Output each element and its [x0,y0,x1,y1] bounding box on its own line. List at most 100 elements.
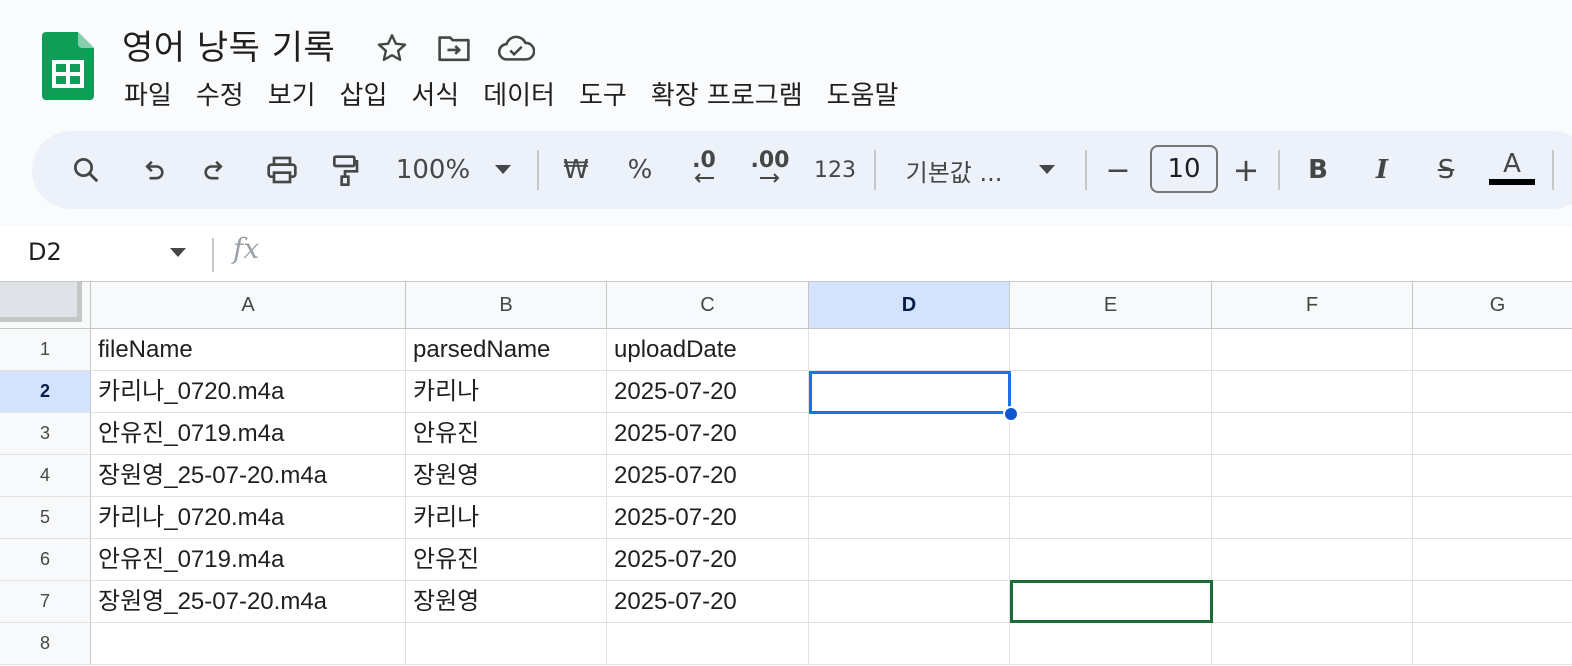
decrease-decimal-button[interactable]: .0 [678,131,730,209]
cell-e1[interactable] [1010,329,1212,371]
cell-c3[interactable]: 2025-07-20 [607,413,809,455]
text-color-button[interactable]: A [1488,131,1536,209]
cell-d5[interactable] [809,497,1010,539]
cell-g8[interactable] [1413,623,1572,665]
column-header-a[interactable]: A [91,282,406,329]
search-menu-icon[interactable] [60,131,112,209]
cell-f2[interactable] [1212,371,1413,413]
cell-d3[interactable] [809,413,1010,455]
cell-e5[interactable] [1010,497,1212,539]
cell-b1[interactable]: parsedName [406,329,607,371]
row-header-4[interactable]: 4 [0,455,91,497]
cell-d6[interactable] [809,539,1010,581]
row-header-3[interactable]: 3 [0,413,91,455]
cell-d1[interactable] [809,329,1010,371]
cell-c2[interactable]: 2025-07-20 [607,371,809,413]
row-header-2[interactable]: 2 [0,371,91,413]
cell-c4[interactable]: 2025-07-20 [607,455,809,497]
cell-a2[interactable]: 카리나_0720.m4a [91,371,406,413]
cell-c1[interactable]: uploadDate [607,329,809,371]
column-header-b[interactable]: B [406,282,607,329]
cell-g5[interactable] [1413,497,1572,539]
cell-a8[interactable] [91,623,406,665]
select-all-corner[interactable] [0,282,91,329]
move-folder-icon[interactable] [434,30,474,66]
italic-button[interactable]: I [1362,131,1402,209]
cell-d7[interactable] [809,581,1010,623]
cell-b2[interactable]: 카리나 [406,371,607,413]
row-header-1[interactable]: 1 [0,329,91,371]
cell-a1[interactable]: fileName [91,329,406,371]
font-family-select[interactable]: 기본값 ... [894,131,1014,209]
menu-view[interactable]: 보기 [256,76,328,116]
name-box[interactable]: D2 [28,238,62,266]
cell-a4[interactable]: 장원영_25-07-20.m4a [91,455,406,497]
cell-b7[interactable]: 장원영 [406,581,607,623]
row-header-7[interactable]: 7 [0,581,91,623]
formula-input[interactable] [280,236,1550,272]
strikethrough-button[interactable]: S [1426,131,1466,209]
cell-c8[interactable] [607,623,809,665]
spreadsheet-grid[interactable]: A B C D E F G 1 fileName parsedName uploadDate 2 카리나… [0,282,1572,666]
cell-f5[interactable] [1212,497,1413,539]
column-header-c[interactable]: C [607,282,809,329]
menu-edit[interactable]: 수정 [184,76,256,116]
cell-f7[interactable] [1212,581,1413,623]
percent-format-button[interactable]: % [618,131,662,209]
column-header-d[interactable]: D [809,282,1010,329]
row-header-5[interactable]: 5 [0,497,91,539]
cell-c5[interactable]: 2025-07-20 [607,497,809,539]
cell-b3[interactable]: 안유진 [406,413,607,455]
cell-a6[interactable]: 안유진_0719.m4a [91,539,406,581]
sheets-logo-icon[interactable] [42,32,94,100]
cell-b4[interactable]: 장원영 [406,455,607,497]
cell-f4[interactable] [1212,455,1413,497]
redo-icon[interactable] [190,131,240,209]
menu-insert[interactable]: 삽입 [328,76,400,116]
cell-f3[interactable] [1212,413,1413,455]
menu-data[interactable]: 데이터 [471,76,567,116]
name-box-chevron-down-icon[interactable] [170,248,186,257]
cell-a7[interactable]: 장원영_25-07-20.m4a [91,581,406,623]
row-header-6[interactable]: 6 [0,539,91,581]
menu-file[interactable]: 파일 [112,76,184,116]
star-icon[interactable] [372,30,412,66]
font-size-input[interactable]: 10 [1150,145,1218,193]
undo-icon[interactable] [128,131,178,209]
fill-handle[interactable] [1003,406,1019,422]
print-icon[interactable] [256,131,308,209]
cloud-saved-icon[interactable] [496,30,536,66]
cell-b6[interactable]: 안유진 [406,539,607,581]
cell-f1[interactable] [1212,329,1413,371]
menu-extensions[interactable]: 확장 프로그램 [639,76,815,116]
cell-g3[interactable] [1413,413,1572,455]
cell-d4[interactable] [809,455,1010,497]
zoom-chevron-down-icon[interactable] [490,131,516,209]
cell-g6[interactable] [1413,539,1572,581]
cell-g1[interactable] [1413,329,1572,371]
cell-e8[interactable] [1010,623,1212,665]
paint-format-icon[interactable] [320,131,370,209]
cell-c6[interactable]: 2025-07-20 [607,539,809,581]
cell-e3[interactable] [1010,413,1212,455]
row-header-8[interactable]: 8 [0,623,91,665]
cell-b8[interactable] [406,623,607,665]
column-header-f[interactable]: F [1212,282,1413,329]
cell-e2[interactable] [1010,371,1212,413]
cell-f6[interactable] [1212,539,1413,581]
cell-d8[interactable] [809,623,1010,665]
cell-g4[interactable] [1413,455,1572,497]
currency-format-button[interactable]: ₩ [554,131,598,209]
column-header-e[interactable]: E [1010,282,1212,329]
cell-a3[interactable]: 안유진_0719.m4a [91,413,406,455]
cell-c7[interactable]: 2025-07-20 [607,581,809,623]
cell-e4[interactable] [1010,455,1212,497]
menu-format[interactable]: 서식 [399,76,471,116]
column-header-g[interactable]: G [1413,282,1572,329]
menu-tools[interactable]: 도구 [567,76,639,116]
zoom-select[interactable]: 100% [388,131,478,209]
number-format-button[interactable]: 123 [808,131,862,209]
cell-a5[interactable]: 카리나_0720.m4a [91,497,406,539]
bold-button[interactable]: B [1298,131,1338,209]
cell-b5[interactable]: 카리나 [406,497,607,539]
